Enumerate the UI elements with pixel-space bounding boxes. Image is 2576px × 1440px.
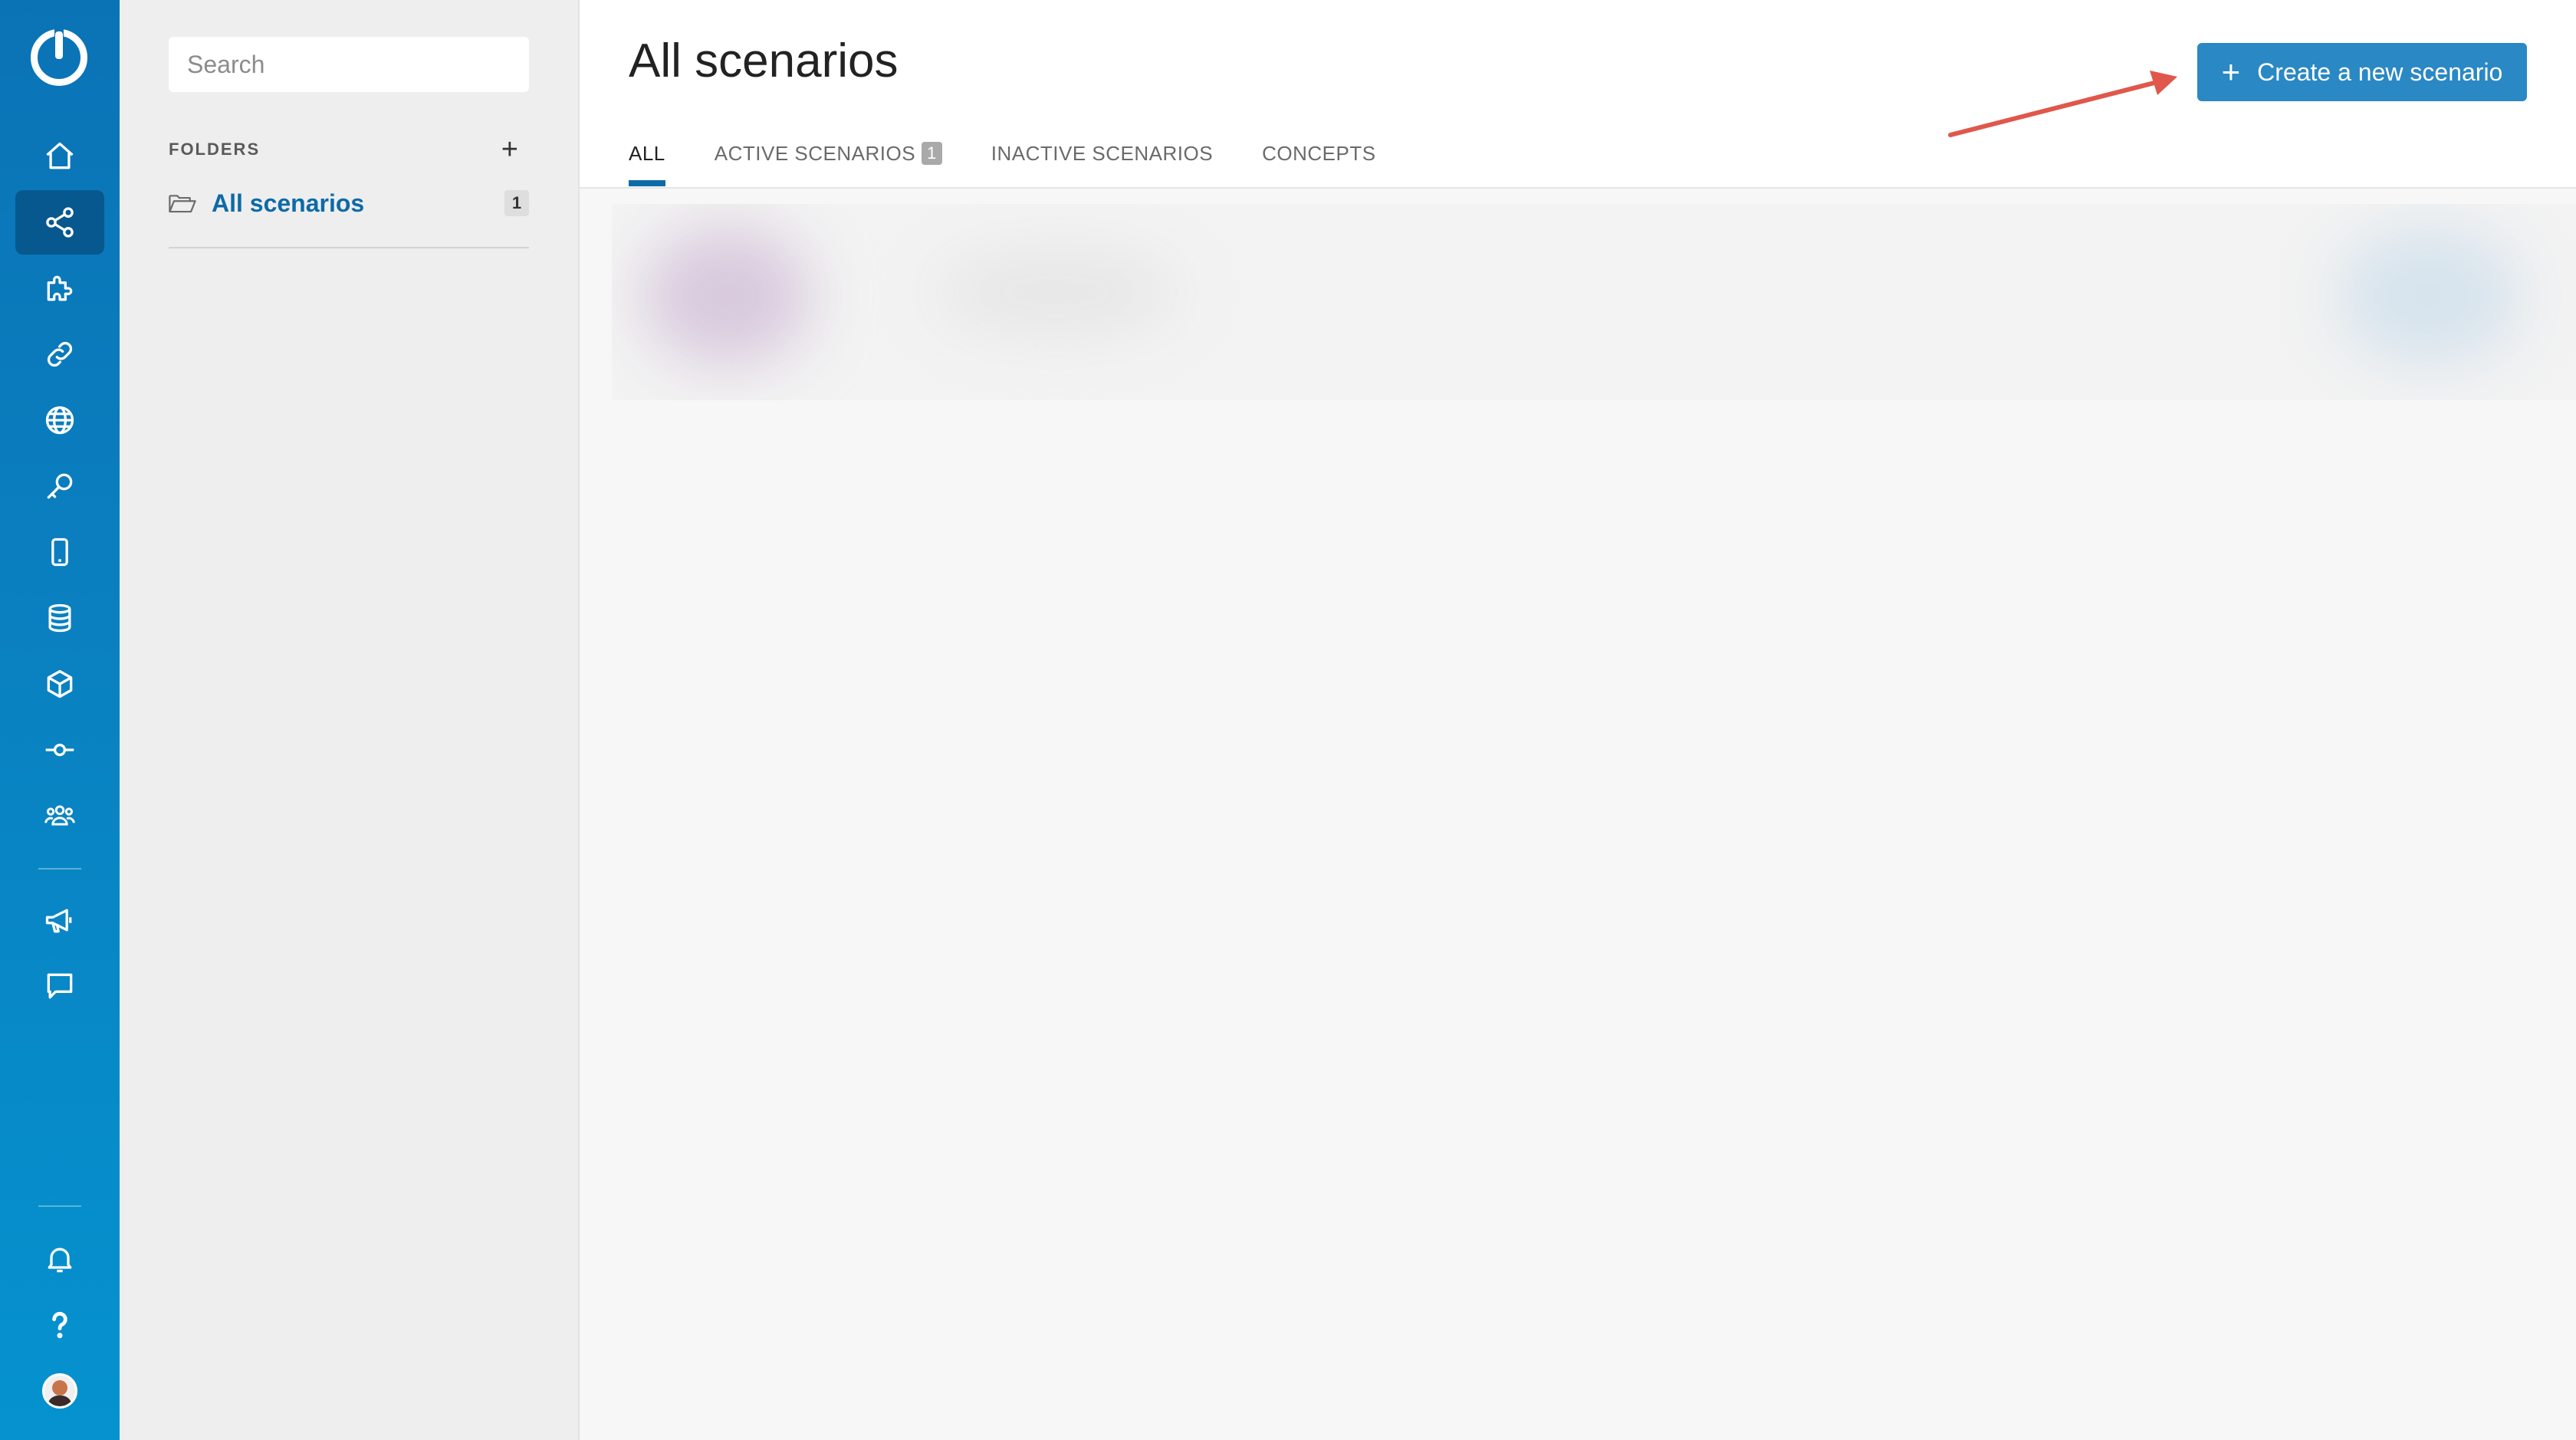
blurred-status bbox=[2337, 227, 2521, 365]
link-icon[interactable] bbox=[15, 322, 104, 386]
avatar bbox=[42, 1373, 77, 1409]
folder-item-all-scenarios[interactable]: All scenarios 1 bbox=[169, 184, 529, 222]
plus-icon: + bbox=[2221, 54, 2241, 90]
tab-label: INACTIVE SCENARIOS bbox=[991, 141, 1214, 165]
tab-all[interactable]: ALL bbox=[629, 141, 665, 186]
chat-icon[interactable] bbox=[15, 954, 104, 1018]
box-icon[interactable] bbox=[15, 652, 104, 716]
scenarios-share-icon[interactable] bbox=[15, 190, 104, 255]
tab-label: ACTIVE SCENARIOS bbox=[714, 141, 916, 165]
home-icon[interactable] bbox=[15, 124, 104, 189]
scenario-tabs: ALL ACTIVE SCENARIOS 1 INACTIVE SCENARIO… bbox=[629, 138, 1425, 186]
bell-icon[interactable] bbox=[15, 1227, 104, 1291]
add-folder-button[interactable]: + bbox=[501, 135, 529, 164]
tab-concepts[interactable]: CONCEPTS bbox=[1262, 142, 1375, 166]
rail-divider bbox=[38, 868, 81, 870]
main-content: All scenarios + Create a new scenario AL… bbox=[580, 0, 2576, 1440]
app-window: FOLDERS + All scenarios 1 All scenarios … bbox=[0, 0, 2576, 1440]
divider bbox=[169, 247, 529, 248]
folder-open-icon bbox=[169, 195, 196, 213]
annotation-arrow bbox=[1948, 71, 2177, 137]
folders-header: FOLDERS + bbox=[169, 135, 529, 164]
tab-label: CONCEPTS bbox=[1262, 141, 1376, 165]
tab-label: ALL bbox=[629, 141, 665, 165]
user-avatar[interactable] bbox=[15, 1359, 104, 1423]
key-icon[interactable] bbox=[15, 454, 104, 518]
team-icon[interactable] bbox=[15, 784, 104, 848]
blurred-module-icon bbox=[642, 227, 811, 365]
tab-inactive-scenarios[interactable]: INACTIVE SCENARIOS bbox=[991, 142, 1213, 166]
count-badge: 1 bbox=[922, 142, 942, 165]
rail-divider bbox=[38, 1205, 81, 1207]
scenario-card-blurred[interactable] bbox=[612, 204, 2576, 400]
search-input[interactable] bbox=[169, 37, 529, 92]
main-nav-rail bbox=[0, 0, 120, 1440]
page-title: All scenarios bbox=[629, 35, 899, 87]
mobile-device-icon[interactable] bbox=[15, 520, 104, 584]
create-scenario-label: Create a new scenario bbox=[2257, 58, 2503, 86]
folder-name: All scenarios bbox=[212, 189, 365, 217]
create-scenario-button[interactable]: + Create a new scenario bbox=[2197, 43, 2527, 101]
folders-panel: FOLDERS + All scenarios 1 bbox=[120, 0, 580, 1440]
database-icon[interactable] bbox=[15, 586, 104, 650]
app-logo-icon[interactable] bbox=[31, 25, 87, 86]
commit-icon[interactable] bbox=[15, 718, 104, 782]
folders-label: FOLDERS bbox=[169, 140, 261, 159]
tab-active-scenarios[interactable]: ACTIVE SCENARIOS 1 bbox=[715, 142, 942, 166]
globe-icon[interactable] bbox=[15, 388, 104, 452]
help-icon[interactable] bbox=[15, 1293, 104, 1357]
blurred-scenario-name bbox=[934, 250, 1179, 334]
page-header: All scenarios + Create a new scenario AL… bbox=[580, 0, 2576, 189]
folder-count-badge: 1 bbox=[504, 190, 529, 216]
megaphone-icon[interactable] bbox=[15, 888, 104, 952]
puzzle-icon[interactable] bbox=[15, 256, 104, 321]
